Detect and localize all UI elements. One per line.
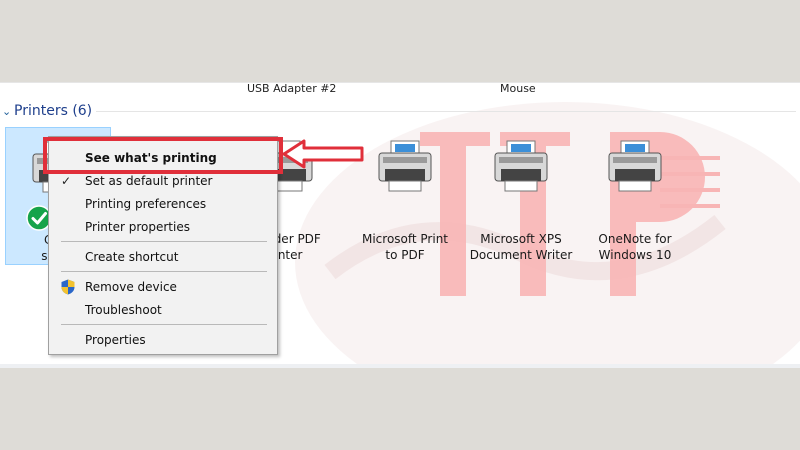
uac-shield-icon [61,279,75,295]
menu-item-printing-preferences[interactable]: Printing preferences [49,193,277,215]
printers-group-header[interactable]: ⌄ Printers (6) [0,102,92,120]
printer-icon [494,140,548,192]
top-divider [0,82,800,83]
printer-label: OneNote for Windows 10 [598,232,672,262]
menu-item-create-shortcut[interactable]: Create shortcut [49,246,277,268]
group-title: Printers (6) [14,103,93,119]
menu-item-troubleshoot[interactable]: Troubleshoot [49,299,277,321]
menu-separator [61,241,267,242]
printer-label: Microsoft Print to PDF [361,232,449,262]
left-arrow-icon [282,139,364,169]
chevron-down-icon[interactable]: ⌄ [2,105,12,118]
previous-device-label: USB Adapter #2 [247,82,337,95]
printer-item-microsoft-print-to-pdf[interactable]: Microsoft Print to PDF [352,127,458,265]
printer-item-microsoft-xps[interactable]: Microsoft XPS Document Writer [468,127,574,265]
menu-separator [61,324,267,325]
printer-icon [608,140,662,192]
window-bottom-edge [0,364,800,368]
menu-item-printer-properties[interactable]: Printer properties [49,216,277,238]
group-divider [96,111,796,112]
menu-separator [61,271,267,272]
printer-icon [378,140,432,192]
printer-item-onenote[interactable]: OneNote for Windows 10 [582,127,688,265]
menu-item-properties[interactable]: Properties [49,329,277,351]
printer-label: Microsoft XPS Document Writer [469,232,573,262]
menu-item-remove-device[interactable]: Remove device [49,276,277,298]
highlight-box [43,137,283,174]
previous-device-label: Mouse [500,82,536,95]
